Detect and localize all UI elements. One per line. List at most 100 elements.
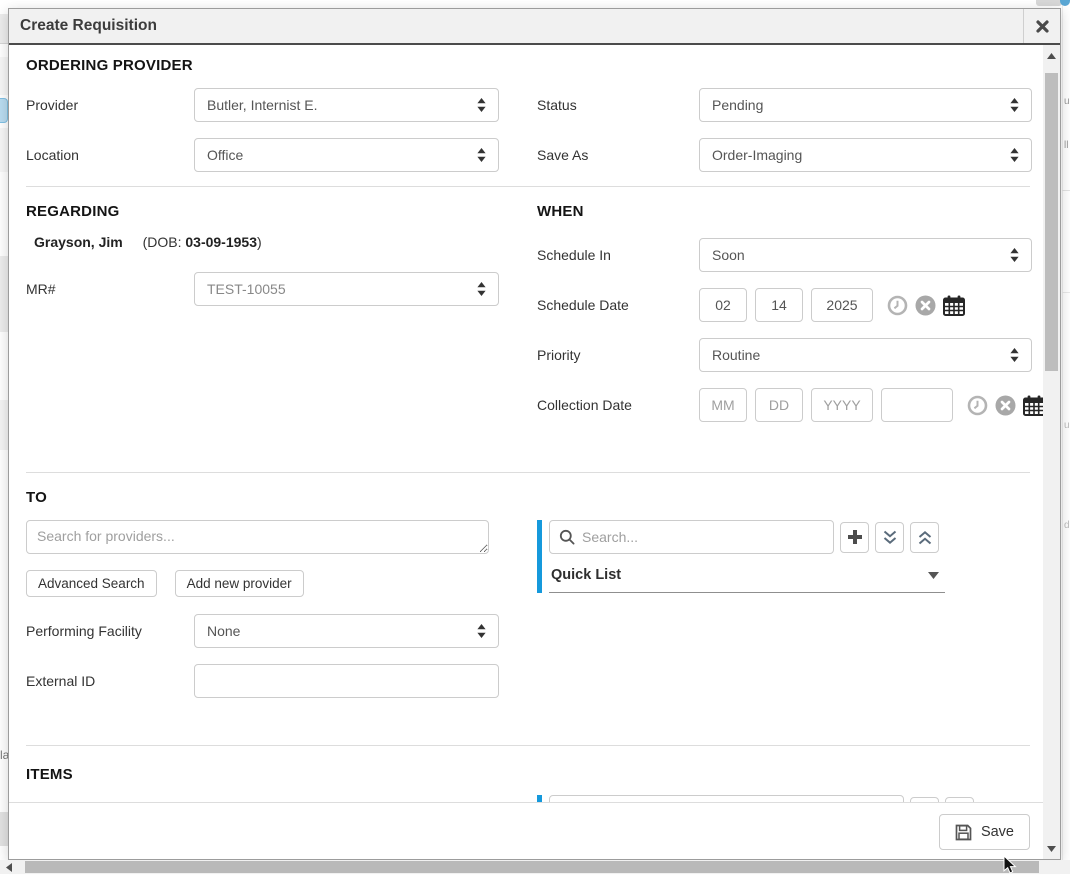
scroll-up-button[interactable] (1043, 47, 1060, 64)
select-caret-icon (1010, 248, 1019, 262)
plus-icon (847, 529, 863, 545)
status-label: Status (537, 97, 699, 113)
background-fragment (0, 812, 8, 846)
select-caret-icon (477, 98, 486, 112)
recipient-search-input[interactable] (582, 529, 824, 545)
status-row: Status Pending (537, 88, 1032, 122)
calendar-icon[interactable] (943, 295, 965, 316)
background-fragment (1062, 0, 1070, 874)
collapse-all-button[interactable] (910, 522, 939, 553)
location-select[interactable]: Office (194, 138, 499, 172)
mr-select[interactable]: TEST-10055 (194, 272, 499, 306)
add-recipient-button[interactable] (840, 522, 869, 553)
dialog-body: ORDERING PROVIDER Provider Butler, Inter… (9, 45, 1043, 859)
dialog-footer: Save (9, 802, 1043, 859)
time-icon[interactable] (887, 295, 908, 316)
schedule-in-row: Schedule In Soon (537, 238, 1032, 272)
time-icon[interactable] (967, 395, 988, 416)
collection-day-input[interactable] (755, 388, 803, 422)
close-button[interactable] (1023, 9, 1060, 43)
select-caret-icon (477, 282, 486, 296)
performing-facility-select-value: None (207, 623, 240, 639)
status-select[interactable]: Pending (699, 88, 1032, 122)
background-fragment (0, 98, 8, 123)
calendar-icon[interactable] (1023, 395, 1043, 416)
select-caret-icon (1010, 348, 1019, 362)
collection-date-icons (967, 395, 1043, 416)
caret-down-icon (928, 572, 939, 579)
priority-row: Priority Routine (537, 338, 1032, 372)
background-text-fragment: u (1064, 96, 1070, 106)
clear-date-icon[interactable] (995, 395, 1016, 416)
scrollbar-thumb[interactable] (1045, 73, 1058, 371)
provider-select[interactable]: Butler, Internist E. (194, 88, 499, 122)
provider-select-value: Butler, Internist E. (207, 97, 318, 113)
select-caret-icon (1010, 148, 1019, 162)
collection-month-input[interactable] (699, 388, 747, 422)
advanced-search-button[interactable]: Advanced Search (26, 570, 157, 597)
save-as-row: Save As Order-Imaging (537, 138, 1032, 172)
schedule-date-label: Schedule Date (537, 297, 699, 313)
background-fragment (0, 256, 8, 332)
double-chevron-down-icon (882, 530, 898, 545)
background-text-fragment: u (1064, 420, 1070, 430)
horizontal-scrollbar[interactable] (0, 860, 1070, 874)
background-fragment (0, 128, 8, 172)
background-fragment (0, 57, 8, 95)
collection-time-input[interactable] (881, 388, 953, 422)
clear-date-icon[interactable] (915, 295, 936, 316)
collection-year-input[interactable] (811, 388, 873, 422)
save-as-select[interactable]: Order-Imaging (699, 138, 1032, 172)
performing-facility-row: Performing Facility None (26, 614, 499, 648)
status-select-value: Pending (712, 97, 763, 113)
schedule-month-input[interactable] (699, 288, 747, 322)
scroll-down-button[interactable] (1043, 840, 1060, 857)
schedule-in-select[interactable]: Soon (699, 238, 1032, 272)
save-icon (955, 824, 972, 841)
background-fragment (1062, 190, 1070, 191)
provider-label: Provider (26, 97, 194, 113)
provider-search-textarea[interactable] (26, 520, 489, 554)
location-row: Location Office (26, 138, 499, 172)
location-label: Location (26, 147, 194, 163)
background-fragment (1062, 292, 1070, 293)
select-caret-icon (1010, 98, 1019, 112)
priority-select[interactable]: Routine (699, 338, 1032, 372)
create-requisition-dialog: Create Requisition ORDERING PROVIDER Pro… (8, 8, 1061, 860)
section-heading-regarding: REGARDING (26, 203, 499, 220)
quick-list-label: Quick List (551, 567, 621, 583)
scroll-down-icon (1047, 846, 1056, 852)
schedule-in-label: Schedule In (537, 247, 699, 263)
scroll-left-icon (6, 863, 12, 872)
when-section: WHEN Schedule In Soon Schedule Date (537, 203, 1032, 438)
select-caret-icon (477, 624, 486, 638)
scroll-up-icon (1047, 53, 1056, 59)
background-text-fragment: ll (1064, 140, 1070, 150)
priority-label: Priority (537, 347, 699, 363)
external-id-input[interactable] (194, 664, 499, 698)
priority-select-value: Routine (712, 347, 760, 363)
schedule-day-input[interactable] (755, 288, 803, 322)
background-fragment (0, 400, 8, 450)
location-select-value: Office (207, 147, 243, 163)
section-heading-items: ITEMS (26, 766, 1030, 783)
quick-list-header[interactable]: Quick List (549, 567, 945, 593)
performing-facility-select[interactable]: None (194, 614, 499, 648)
dialog-title: Create Requisition (20, 17, 157, 35)
patient-line: Grayson, Jim (DOB: 03-09-1953) (34, 234, 499, 250)
recipient-search-row (549, 520, 939, 554)
background-text-fragment: d (1064, 520, 1070, 530)
schedule-date-icons (887, 295, 965, 316)
scrollbar-thumb[interactable] (25, 861, 1039, 873)
section-heading-to: TO (26, 489, 1030, 506)
external-id-label: External ID (26, 673, 194, 689)
add-new-provider-button[interactable]: Add new provider (175, 570, 304, 597)
section-divider (26, 472, 1030, 473)
scroll-left-button[interactable] (0, 860, 17, 874)
save-button[interactable]: Save (939, 814, 1030, 850)
close-icon (1036, 20, 1049, 33)
schedule-year-input[interactable] (811, 288, 873, 322)
external-id-row: External ID (26, 664, 499, 698)
vertical-scrollbar[interactable] (1043, 45, 1060, 859)
expand-all-button[interactable] (875, 522, 904, 553)
